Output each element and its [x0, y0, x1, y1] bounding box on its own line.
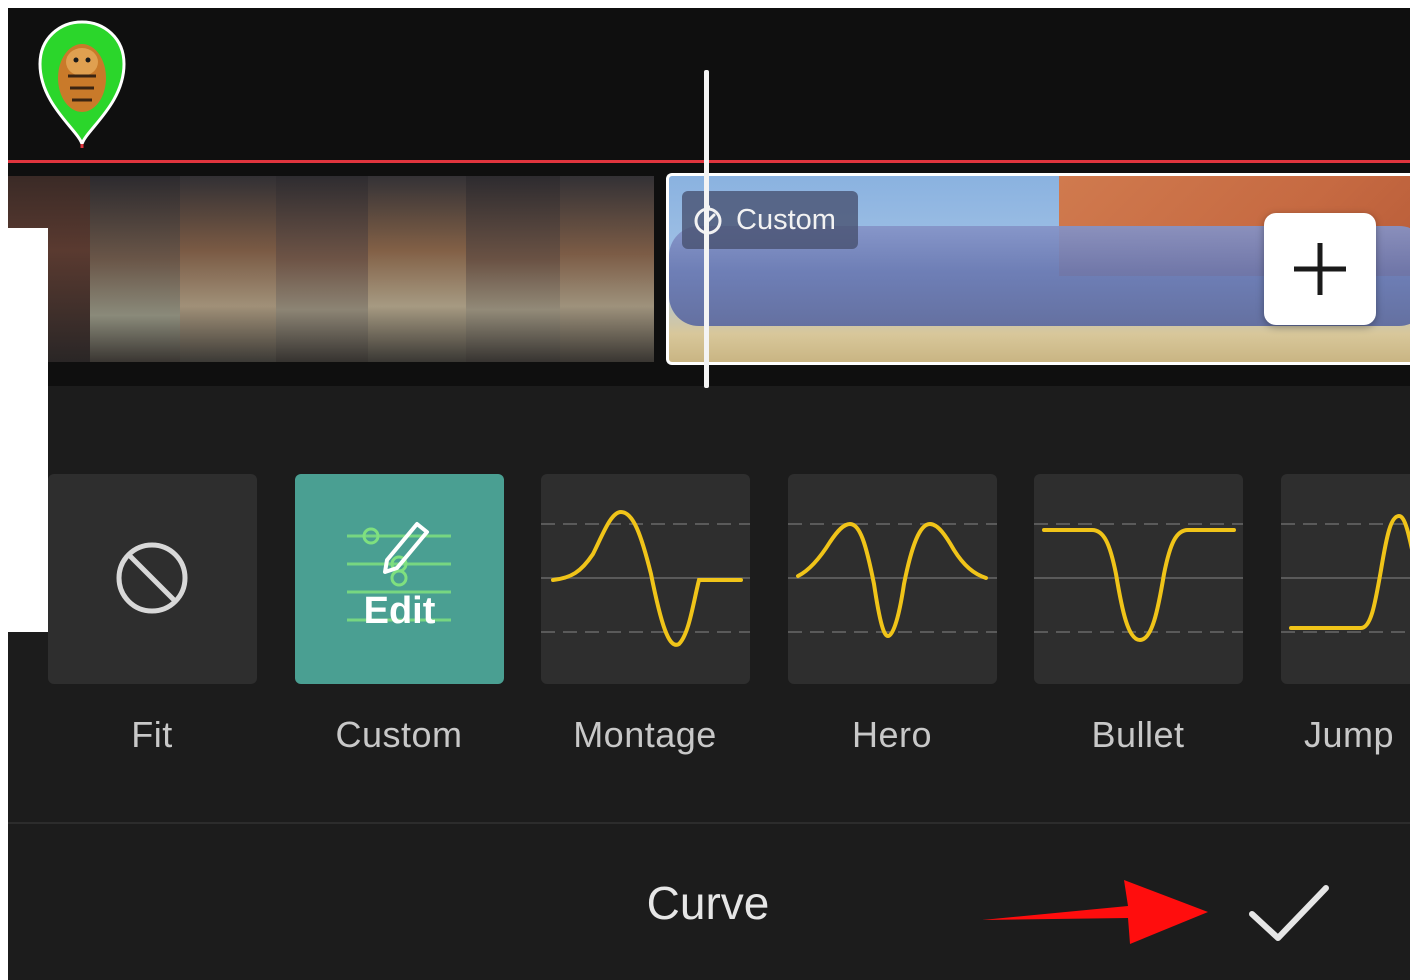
- option-hero-label: Hero: [851, 714, 933, 755]
- plus-icon: [1294, 243, 1346, 295]
- option-jump[interactable]: [1281, 474, 1410, 684]
- option-bullet[interactable]: [1034, 474, 1243, 684]
- option-montage[interactable]: [541, 474, 750, 684]
- option-fit-label: Fit: [131, 714, 173, 755]
- marker-track-line: [8, 160, 1410, 163]
- edit-label: Edit: [363, 590, 436, 632]
- tiger-sticker-marker[interactable]: [34, 18, 130, 148]
- option-bullet-label: Bullet: [1091, 714, 1185, 755]
- hero-curve-icon: [788, 521, 997, 639]
- timeline: Custom: [8, 8, 1410, 388]
- option-custom-label: Custom: [335, 714, 463, 755]
- pencil-icon: [347, 522, 451, 622]
- playhead[interactable]: [704, 70, 709, 388]
- bullet-curve-icon: [1034, 523, 1243, 643]
- video-clip-dance[interactable]: [8, 176, 654, 362]
- add-clip-button[interactable]: [1264, 213, 1376, 325]
- red-arrow-annotation: [982, 880, 1208, 944]
- checkmark-icon[interactable]: [1244, 876, 1334, 948]
- montage-curve-icon: [541, 509, 750, 647]
- prohibited-icon: [116, 542, 188, 614]
- option-jump-label: Jump: [1303, 714, 1395, 755]
- jump-curve-icon: [1281, 513, 1410, 633]
- option-fit[interactable]: [48, 474, 257, 684]
- option-montage-label: Montage: [573, 714, 717, 755]
- custom-speed-tag-label: Custom: [736, 203, 836, 236]
- speed-curve-editor: Custom Fit Edit Custom Montage Hero Bull…: [8, 8, 1410, 980]
- divider: [8, 822, 1410, 824]
- panel-title: Curve: [646, 877, 770, 929]
- option-hero[interactable]: [788, 474, 997, 684]
- screenshot-overlay-block: [8, 228, 48, 632]
- option-custom[interactable]: Edit: [295, 474, 504, 684]
